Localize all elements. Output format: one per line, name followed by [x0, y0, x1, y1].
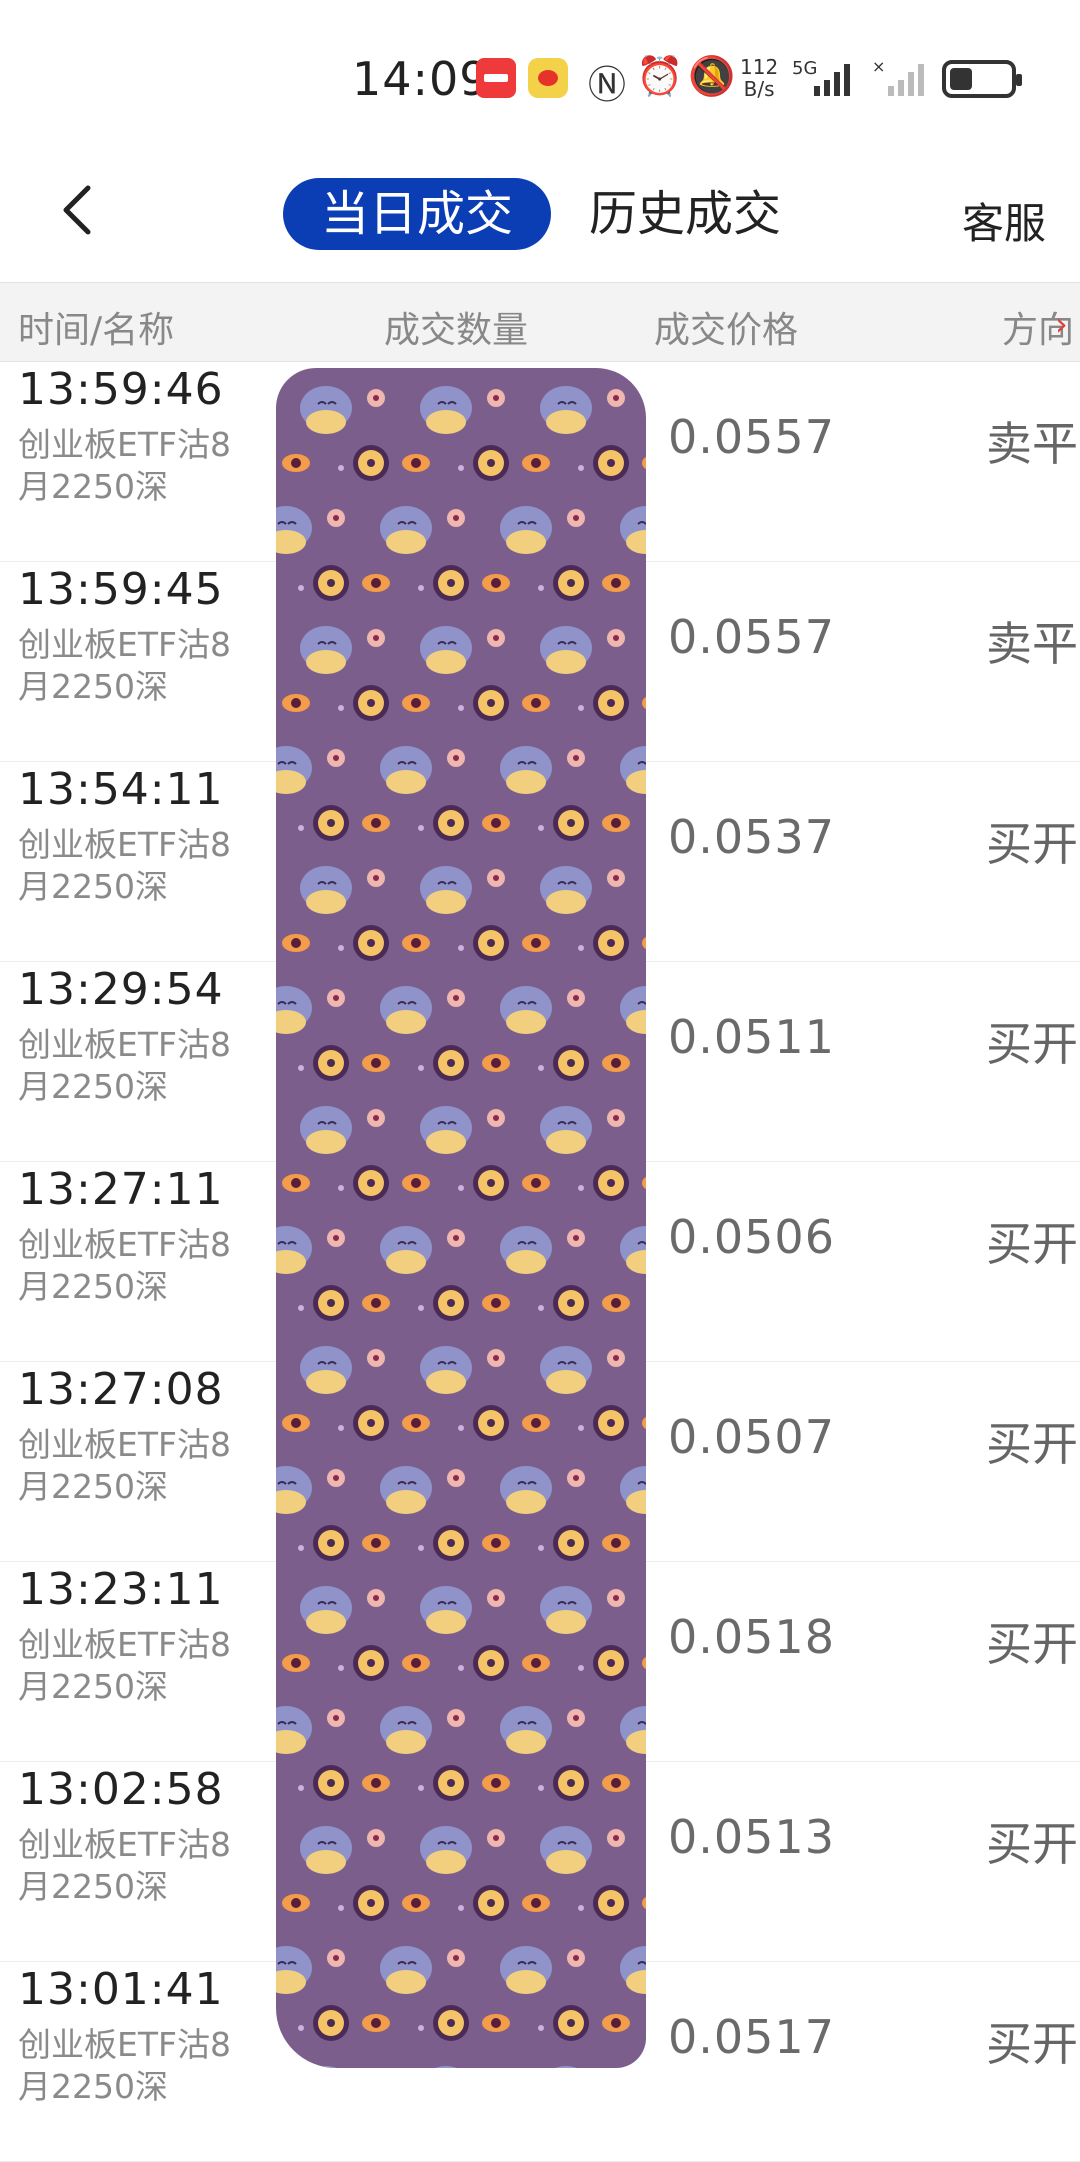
column-quantity: 成交数量	[384, 310, 529, 351]
trade-price: 0.0507	[668, 1410, 835, 1464]
tab-today-trades[interactable]: 当日成交	[283, 178, 551, 250]
redaction-sticker-overlay	[276, 368, 646, 2068]
alarm-icon: ⏰	[636, 54, 684, 98]
trade-price: 0.0557	[668, 410, 835, 464]
contract-name: 创业板ETF沽8月2250深	[18, 1625, 231, 1706]
back-button[interactable]	[50, 180, 110, 240]
network-speed: 112 B/s	[740, 56, 778, 100]
trade-direction: 卖平	[986, 617, 1078, 671]
owl-flower-pattern	[276, 386, 646, 2068]
huawei-app-icon	[476, 58, 516, 98]
tab-history-trades[interactable]: 历史成交	[570, 178, 800, 250]
trade-direction: 买开	[986, 1217, 1078, 1271]
trade-time: 13:59:46	[18, 364, 224, 415]
trade-direction: 买开	[986, 1017, 1078, 1071]
trade-time: 13:02:58	[18, 1764, 224, 1815]
trade-time: 13:59:45	[18, 564, 224, 615]
status-bar: 14:09 Ⓝ ⏰ 🔕 112 B/s 5G ×	[0, 0, 1080, 150]
trade-price: 0.0511	[668, 1010, 835, 1064]
weibo-app-icon	[528, 58, 568, 98]
trade-price: 0.0517	[668, 2010, 835, 2064]
contract-name: 创业板ETF沽8月2250深	[18, 1425, 231, 1506]
battery-icon	[942, 60, 1022, 98]
trade-price: 0.0506	[668, 1210, 835, 1264]
network-type-label: 5G	[792, 58, 817, 79]
trade-time: 13:27:08	[18, 1364, 224, 1415]
trade-direction: 买开	[986, 1617, 1078, 1671]
net-speed-unit: B/s	[743, 77, 775, 101]
column-time-name: 时间/名称	[18, 310, 175, 351]
trade-price: 0.0513	[668, 1810, 835, 1864]
contract-name: 创业板ETF沽8月2250深	[18, 625, 231, 706]
column-price: 成交价格	[654, 310, 799, 351]
trade-time: 13:23:11	[18, 1564, 224, 1615]
trade-direction: 买开	[986, 2017, 1078, 2071]
trade-time: 13:29:54	[18, 964, 224, 1015]
trade-price: 0.0518	[668, 1610, 835, 1664]
signal-5g-icon: 5G	[792, 58, 850, 96]
mute-bell-icon: 🔕	[688, 54, 736, 98]
trade-time: 13:27:11	[18, 1164, 224, 1215]
contract-name: 创业板ETF沽8月2250深	[18, 1825, 231, 1906]
contract-name: 创业板ETF沽8月2250深	[18, 1225, 231, 1306]
contract-name: 创业板ETF沽8月2250深	[18, 2025, 231, 2106]
contract-name: 创业板ETF沽8月2250深	[18, 1025, 231, 1106]
contract-name: 创业板ETF沽8月2250深	[18, 425, 231, 506]
svg-text:×: ×	[872, 58, 885, 76]
page-header: 当日成交 历史成交 客服	[0, 160, 1080, 270]
signal-no-service-icon: ×	[872, 58, 924, 96]
trade-price: 0.0557	[668, 610, 835, 664]
trade-direction: 买开	[986, 1417, 1078, 1471]
trade-time: 13:54:11	[18, 764, 224, 815]
trade-direction: 卖平	[986, 417, 1078, 471]
trade-direction: 买开	[986, 1817, 1078, 1871]
nfc-icon: Ⓝ	[588, 63, 627, 107]
chevron-left-icon	[63, 185, 91, 235]
customer-service-button[interactable]: 客服	[962, 190, 1046, 251]
table-header: 时间/名称 成交数量 成交价格 方向 ›	[0, 282, 1080, 362]
net-speed-value: 112	[740, 55, 779, 79]
contract-name: 创业板ETF沽8月2250深	[18, 825, 231, 906]
trade-time: 13:01:41	[18, 1964, 224, 2015]
scroll-right-arrow-icon[interactable]: ›	[1055, 305, 1068, 343]
trade-price: 0.0537	[668, 810, 835, 864]
status-time: 14:09	[352, 52, 490, 106]
trade-direction: 买开	[986, 817, 1078, 871]
